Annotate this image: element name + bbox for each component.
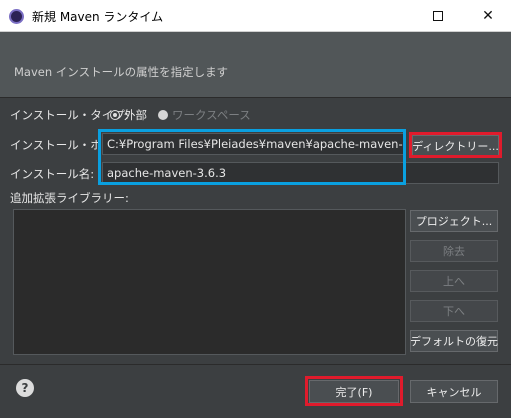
- project-button[interactable]: プロジェクト...: [410, 210, 498, 232]
- highlight-red-directory: [409, 132, 502, 158]
- help-icon[interactable]: ?: [16, 379, 34, 397]
- highlight-blue-box: [98, 129, 406, 185]
- banner-message: Maven インストールの属性を指定します: [14, 65, 229, 79]
- radio-external[interactable]: [110, 110, 120, 120]
- libraries-list[interactable]: [13, 209, 406, 355]
- eclipse-icon: [9, 9, 24, 24]
- window-title: 新規 Maven ランタイム: [32, 10, 164, 24]
- title-bar: 新規 Maven ランタイム ✕: [0, 0, 511, 32]
- close-icon: ✕: [482, 8, 494, 24]
- description-banner: Maven インストールの属性を指定します: [0, 32, 511, 98]
- down-button[interactable]: 下へ: [410, 300, 498, 322]
- radio-workspace-label[interactable]: ワークスペース: [172, 107, 251, 123]
- remove-button[interactable]: 除去: [410, 240, 498, 262]
- cancel-button[interactable]: キャンセル: [410, 380, 498, 403]
- radio-external-label[interactable]: 外部: [124, 107, 147, 123]
- radio-workspace[interactable]: [158, 110, 168, 120]
- libraries-label: 追加拡張ライブラリー:: [10, 191, 129, 205]
- maximize-button[interactable]: [415, 0, 461, 32]
- footer-divider: [0, 364, 511, 365]
- highlight-red-finish: [305, 376, 403, 406]
- up-button[interactable]: 上へ: [410, 270, 498, 292]
- install-name-label: インストール名:: [10, 167, 95, 181]
- restore-defaults-button[interactable]: デフォルトの復元: [410, 330, 498, 352]
- close-button[interactable]: ✕: [465, 0, 511, 32]
- maximize-icon: [433, 11, 443, 21]
